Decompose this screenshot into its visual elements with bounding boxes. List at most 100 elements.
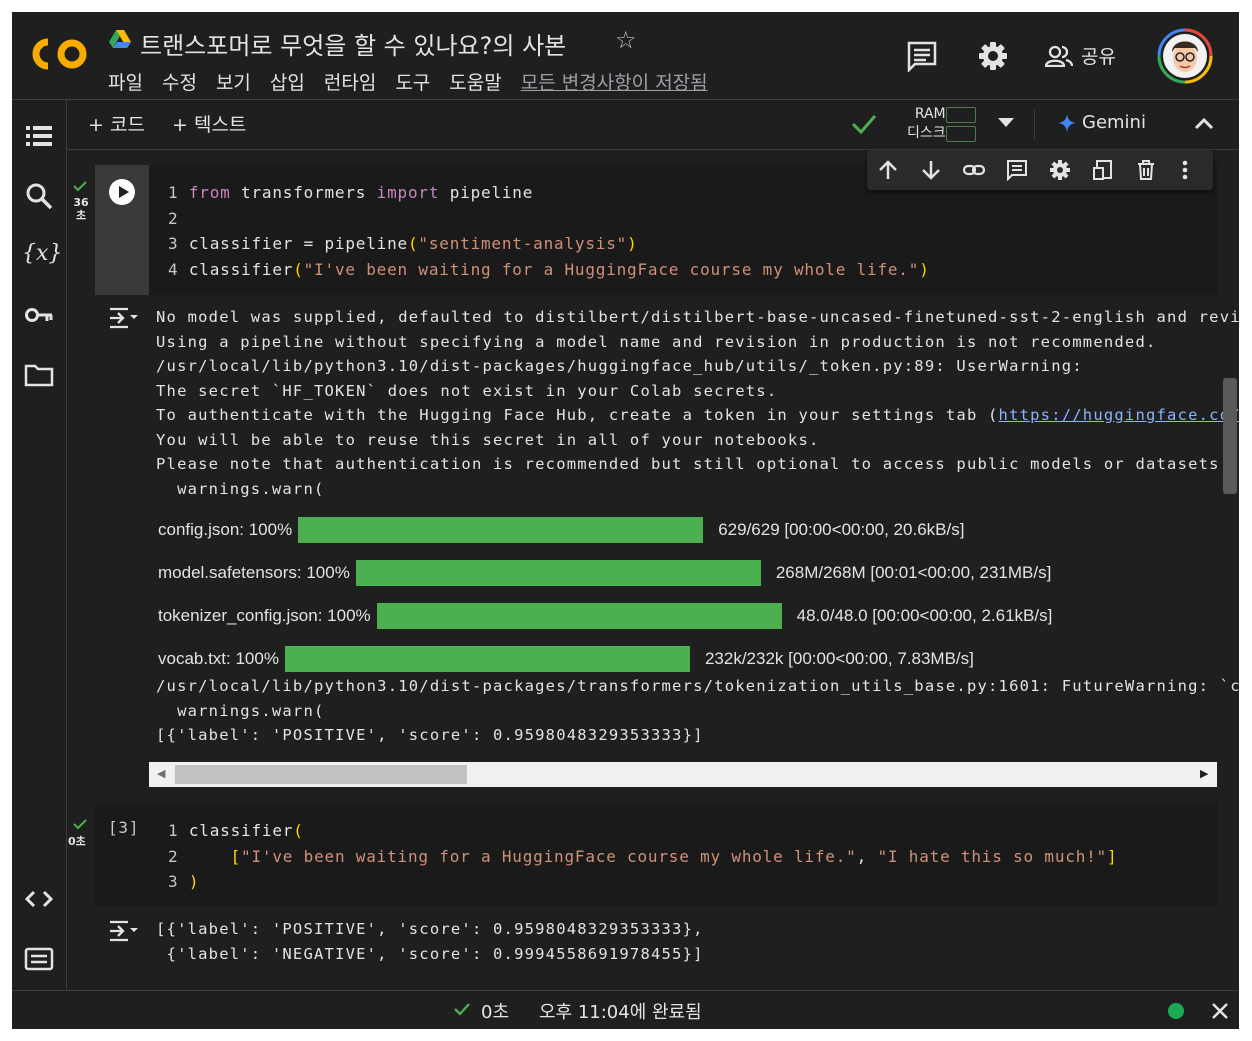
cell-2-exec-count: [3]: [108, 818, 140, 837]
code-token: ): [188, 872, 200, 892]
delete-trash-icon[interactable]: [1135, 159, 1157, 181]
line-number: 1: [168, 821, 189, 840]
gemini-label: Gemini: [1082, 112, 1146, 133]
cell-1-code-line: 1 from transformers import pipeline: [168, 180, 930, 206]
menu-edit[interactable]: 수정: [162, 68, 197, 95]
status-check-icon: [454, 1003, 470, 1016]
status-completed-time[interactable]: 오후 11:04에 완료됨: [539, 998, 702, 1024]
mirror-cell-tab-icon[interactable]: [1092, 159, 1114, 181]
line-number: 1: [168, 183, 189, 202]
add-text-button[interactable]: + 텍스트: [172, 110, 246, 137]
cell-1-exec-time: 36 초: [73, 196, 89, 222]
menu-insert[interactable]: 삽입: [270, 68, 305, 95]
progress-bar: [298, 516, 704, 543]
cell-2-code-line: 2 ["I've been waiting for a HuggingFace …: [168, 844, 1117, 870]
colab-window: 트랜스포머로 무엇을 할 수 있나요?의 사본 ☆ 파일 수정 보기 삽입 런타…: [12, 12, 1239, 1029]
download-progress-row: config.json: 100% 629/629 [00:00<00:00, …: [158, 508, 1218, 551]
gemini-button[interactable]: Gemini: [1058, 112, 1146, 133]
progress-filename: model.safetensors: 100%: [158, 562, 350, 582]
close-status-bar-icon[interactable]: [1211, 1002, 1229, 1020]
status-bar: 0초 오후 11:04에 완료됨: [12, 990, 1239, 1029]
saved-status[interactable]: 모든 변경사항이 저장됨: [521, 68, 708, 95]
folder-icon[interactable]: [24, 360, 54, 390]
line-number: 4: [168, 260, 189, 280]
notebook-title[interactable]: 트랜스포머로 무엇을 할 수 있나요?의 사본: [140, 26, 566, 61]
stdout-line: /usr/local/lib/python3.10/dist-packages/…: [156, 354, 1239, 379]
output-actions-icon[interactable]: [108, 307, 138, 329]
variables-icon[interactable]: {x}: [22, 241, 62, 266]
token-settings-link[interactable]: https://huggingface.co/set: [999, 406, 1239, 424]
menu-file[interactable]: 파일: [108, 68, 143, 95]
cell-toolbar: [867, 150, 1213, 190]
ram-usage-bar: [946, 107, 976, 123]
code-token: classifier = pipeline: [188, 234, 408, 254]
progress-filename: config.json: 100%: [158, 519, 293, 539]
code-token: ]: [1107, 846, 1118, 866]
progress-stats: 629/629 [00:00<00:00, 20.6kB/s]: [718, 519, 965, 539]
stdout-line: You will be able to reuse this secret in…: [156, 428, 1239, 453]
cell-2-code-editor[interactable]: 1 classifier(2 ["I've been waiting for a…: [168, 818, 1117, 895]
move-up-arrow-icon[interactable]: [877, 159, 899, 181]
colab-logo[interactable]: [32, 34, 92, 74]
runtime-status-dot[interactable]: [1168, 1003, 1184, 1019]
people-icon: [1045, 45, 1073, 67]
cell-2-output: [{'label': 'POSITIVE', 'score': 0.959804…: [156, 917, 704, 966]
more-options-kebab-icon[interactable]: [1180, 159, 1190, 181]
status-duration: 0초: [481, 1002, 510, 1023]
search-icon[interactable]: [24, 181, 54, 211]
move-down-arrow-icon[interactable]: [920, 159, 942, 181]
runtime-dropdown-icon[interactable]: [998, 118, 1014, 127]
code-token: ): [627, 234, 638, 254]
progress-stats: 268M/268M [00:01<00:00, 231MB/s]: [775, 562, 1052, 582]
ram-label: RAM: [914, 106, 946, 122]
stdout-line: Using a pipeline without specifying a mo…: [156, 330, 1239, 355]
menu-help[interactable]: 도움말: [449, 68, 501, 95]
stdout-text: /usr/local/lib/python3.10/dist-packages/…: [156, 357, 1083, 375]
link-icon[interactable]: [963, 159, 985, 181]
menu-tools[interactable]: 도구: [395, 68, 430, 95]
toolbar-divider: [1034, 110, 1035, 140]
collapse-header-chevron-up-icon[interactable]: [1193, 115, 1215, 131]
drive-icon[interactable]: [109, 29, 131, 49]
star-icon[interactable]: ☆: [615, 26, 637, 54]
run-cell-button[interactable]: [109, 179, 135, 205]
code-snippets-icon[interactable]: [24, 884, 54, 914]
stdout-text: warnings.warn(: [156, 479, 325, 498]
cell-2-exec-time: 0초: [68, 835, 86, 848]
connected-check-icon[interactable]: [850, 112, 878, 136]
download-progress-list: config.json: 100% 629/629 [00:00<00:00, …: [158, 508, 1218, 680]
share-label: 공유: [1081, 46, 1116, 68]
code-token: pipeline: [439, 183, 534, 202]
secrets-key-icon[interactable]: [24, 300, 54, 330]
line-number: 3: [168, 872, 189, 892]
scroll-right-arrow-icon[interactable]: ▶: [1200, 767, 1208, 780]
cell-settings-gear-icon[interactable]: [1049, 159, 1071, 181]
share-button[interactable]: 공유: [1045, 42, 1116, 69]
resource-monitor[interactable]: RAM 디스크: [907, 105, 946, 143]
scroll-left-arrow-icon[interactable]: ◀: [157, 767, 165, 780]
user-avatar[interactable]: [1157, 28, 1213, 84]
settings-gear-icon[interactable]: [977, 40, 1009, 72]
terminal-icon[interactable]: [24, 944, 54, 974]
menu-view[interactable]: 보기: [216, 68, 251, 95]
menu-runtime[interactable]: 런타임: [324, 68, 376, 95]
cell-2-success-check-icon: [73, 819, 87, 830]
gemini-sparkle-icon: [1058, 113, 1076, 132]
code-token: (: [407, 234, 419, 254]
cell-1-code-editor[interactable]: 1 from transformers import pipeline 2 3 c…: [168, 180, 930, 283]
stdout-line: No model was supplied, defaulted to dist…: [156, 305, 1239, 330]
stdout-line: warnings.warn(: [156, 477, 1239, 502]
horizontal-scroll-thumb[interactable]: [175, 765, 467, 784]
comment-icon[interactable]: [906, 40, 938, 72]
code-token: (: [293, 821, 304, 840]
notebook-vertical-scrollbar[interactable]: [1223, 378, 1237, 494]
table-of-contents-icon[interactable]: [24, 121, 54, 151]
line-number: 3: [168, 234, 189, 254]
code-token: import: [376, 183, 440, 202]
add-comment-icon[interactable]: [1006, 159, 1028, 181]
add-code-button[interactable]: + 코드: [88, 110, 145, 137]
code-token: "I've been waiting for a HuggingFace cou…: [241, 846, 857, 866]
output-actions-icon-2[interactable]: [108, 920, 138, 942]
stdout-text: Please note that authentication is recom…: [156, 455, 1231, 473]
